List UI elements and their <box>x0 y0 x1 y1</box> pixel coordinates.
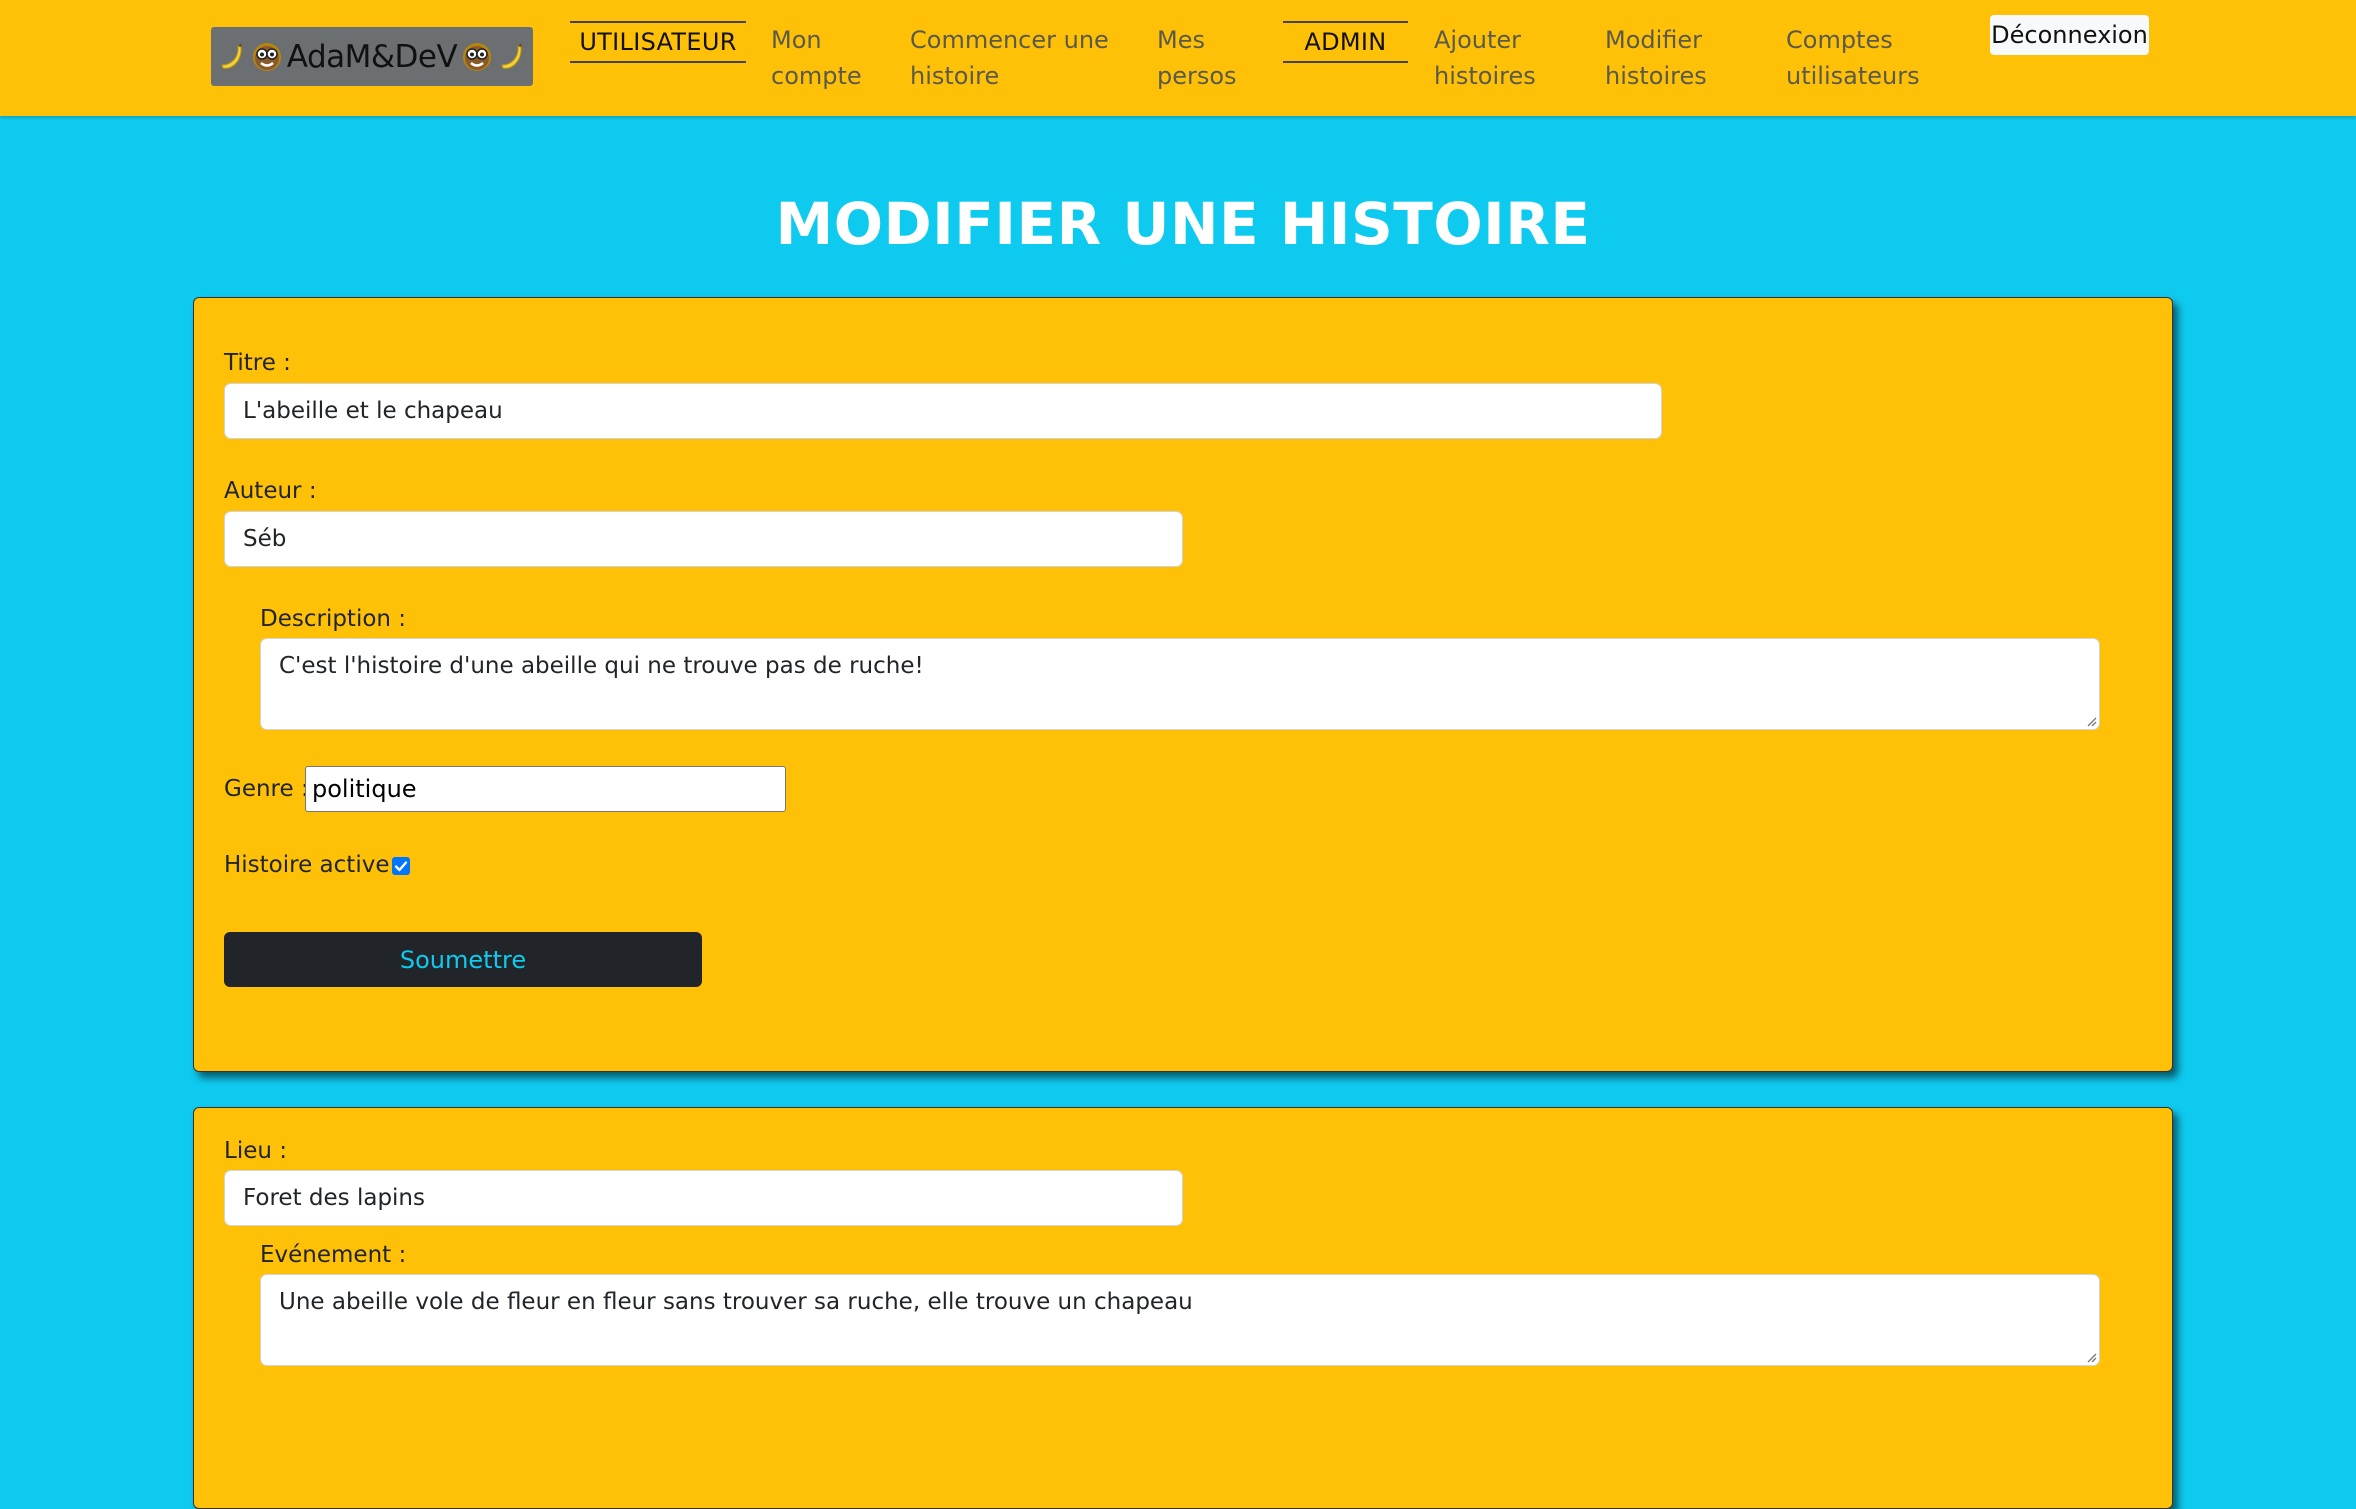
submit-button[interactable]: Soumettre <box>224 932 702 987</box>
nav-link-text: Mon <box>771 26 822 54</box>
lieu-label: Lieu : <box>224 1138 287 1164</box>
auteur-label: Auteur : <box>224 478 317 504</box>
histoire-active-label: Histoire active : <box>224 852 405 878</box>
nav-link-text: Comptes <box>1786 26 1893 54</box>
event-form-card: Lieu : Foret des lapins Evénement : Une … <box>193 1107 2173 1509</box>
nav-link-text: Commencer une <box>910 26 1109 54</box>
evenement-textarea-value: Une abeille vole de fleur en fleur sans … <box>279 1289 1193 1315</box>
nav-link-mes-persos[interactable]: Mes persos <box>1157 22 1237 94</box>
genre-label: Genre : <box>224 776 309 802</box>
resize-grip-icon[interactable] <box>2085 715 2097 727</box>
story-form-card: Titre : L'abeille et le chapeau Auteur :… <box>193 297 2173 1072</box>
lieu-input-value: Foret des lapins <box>243 1185 425 1211</box>
logout-button[interactable]: Déconnexion <box>1990 15 2149 55</box>
banana-icon <box>497 41 527 73</box>
nav-link-text: persos <box>1157 62 1237 90</box>
nav-link-mon-compte[interactable]: Mon compte <box>771 22 862 94</box>
nav-link-text: Modifier <box>1605 26 1703 54</box>
nav-link-text: utilisateurs <box>1786 62 1920 90</box>
histoire-active-checkbox[interactable] <box>392 857 410 875</box>
genre-input-value: politique <box>312 775 417 803</box>
brand-logo[interactable]: AdaM&DeV <box>211 27 533 86</box>
description-label: Description : <box>260 606 407 632</box>
evenement-textarea[interactable]: Une abeille vole de fleur en fleur sans … <box>260 1274 2100 1366</box>
titre-label: Titre : <box>224 350 291 376</box>
nav-heading-admin: ADMIN <box>1283 21 1408 63</box>
nav-link-text: histoires <box>1434 62 1536 90</box>
nerd-face-icon <box>251 41 283 73</box>
brand-text: AdaM&DeV <box>286 38 458 75</box>
nav-link-modifier-histoires[interactable]: Modifier histoires <box>1605 22 1707 94</box>
auteur-input[interactable]: Séb <box>224 511 1183 567</box>
banana-icon <box>217 41 247 73</box>
lieu-input[interactable]: Foret des lapins <box>224 1170 1183 1226</box>
navbar: AdaM&DeV UTILISATEUR Mon compte Commence… <box>0 0 2356 116</box>
nav-link-commencer-histoire[interactable]: Commencer une histoire <box>910 22 1109 94</box>
titre-input-value: L'abeille et le chapeau <box>243 398 503 424</box>
checkmark-icon <box>394 861 408 872</box>
description-textarea-value: C'est l'histoire d'une abeille qui ne tr… <box>279 653 924 679</box>
nav-link-text: Ajouter <box>1434 26 1522 54</box>
auteur-input-value: Séb <box>243 526 287 552</box>
evenement-label: Evénement : <box>260 1242 407 1268</box>
nav-link-text: histoires <box>1605 62 1707 90</box>
nav-link-text: histoire <box>910 62 1000 90</box>
nav-link-text: compte <box>771 62 862 90</box>
nerd-face-icon <box>461 41 493 73</box>
genre-input[interactable]: politique <box>305 766 786 812</box>
nav-heading-utilisateur: UTILISATEUR <box>570 21 746 63</box>
resize-grip-icon[interactable] <box>2085 1351 2097 1363</box>
titre-input[interactable]: L'abeille et le chapeau <box>224 383 1662 439</box>
nav-link-text: Mes <box>1157 26 1205 54</box>
description-textarea[interactable]: C'est l'histoire d'une abeille qui ne tr… <box>260 638 2100 730</box>
nav-link-ajouter-histoires[interactable]: Ajouter histoires <box>1434 22 1536 94</box>
page-title: MODIFIER UNE HISTOIRE <box>775 190 1591 258</box>
nav-link-comptes-utilisateurs[interactable]: Comptes utilisateurs <box>1786 22 1920 94</box>
